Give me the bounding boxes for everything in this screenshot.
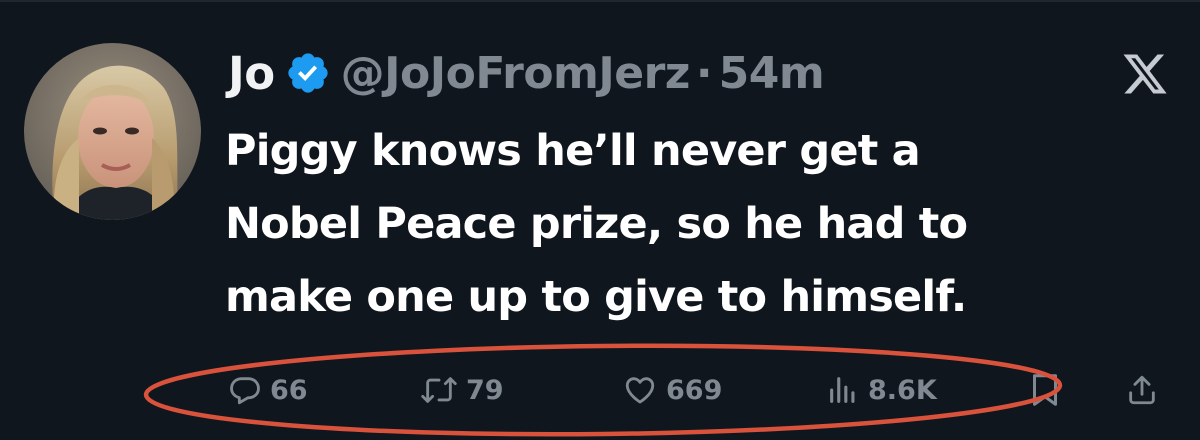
tweet-header: Jo @JoJoFromJerz · 54m — [228, 38, 825, 108]
retweet-icon — [421, 377, 457, 403]
reply-icon — [230, 377, 260, 405]
divider — [0, 0, 1200, 2]
share-button[interactable] — [1125, 360, 1159, 420]
tweet-text-line: make one up to give to himself. — [225, 272, 967, 322]
views-count: 8.6K — [868, 374, 937, 406]
views-icon — [830, 377, 855, 403]
tweet-text: Piggy knows he’ll never get a Nobel Peac… — [225, 115, 1185, 334]
x-logo-icon[interactable] — [1120, 50, 1170, 98]
heart-icon — [625, 377, 655, 404]
like-count: 669 — [666, 374, 723, 406]
bookmark-button[interactable] — [1030, 360, 1060, 420]
like-button[interactable]: 669 — [622, 360, 722, 420]
author-handle[interactable]: @JoJoFromJerz — [341, 48, 691, 99]
bookmark-icon — [1033, 374, 1057, 406]
retweet-count: 79 — [466, 374, 504, 406]
reply-count: 66 — [270, 374, 308, 406]
tweet-text-line: Nobel Peace prize, so he had to — [225, 199, 968, 249]
views-button[interactable]: 8.6K — [826, 360, 937, 420]
display-name[interactable]: Jo — [228, 47, 275, 100]
share-icon — [1129, 375, 1155, 405]
tweet-text-line: Piggy knows he’ll never get a — [225, 126, 921, 176]
action-bar: 66 79 669 8.6K — [0, 360, 1200, 420]
separator-dot: · — [695, 47, 713, 99]
timestamp[interactable]: 54m — [719, 48, 825, 99]
verified-badge-icon — [285, 50, 331, 96]
avatar-photo — [24, 43, 201, 220]
avatar[interactable] — [24, 43, 201, 220]
reply-button[interactable]: 66 — [228, 360, 308, 420]
retweet-button[interactable]: 79 — [420, 360, 504, 420]
tweet-card: Jo @JoJoFromJerz · 54m Piggy knows he’ll… — [0, 0, 1200, 440]
